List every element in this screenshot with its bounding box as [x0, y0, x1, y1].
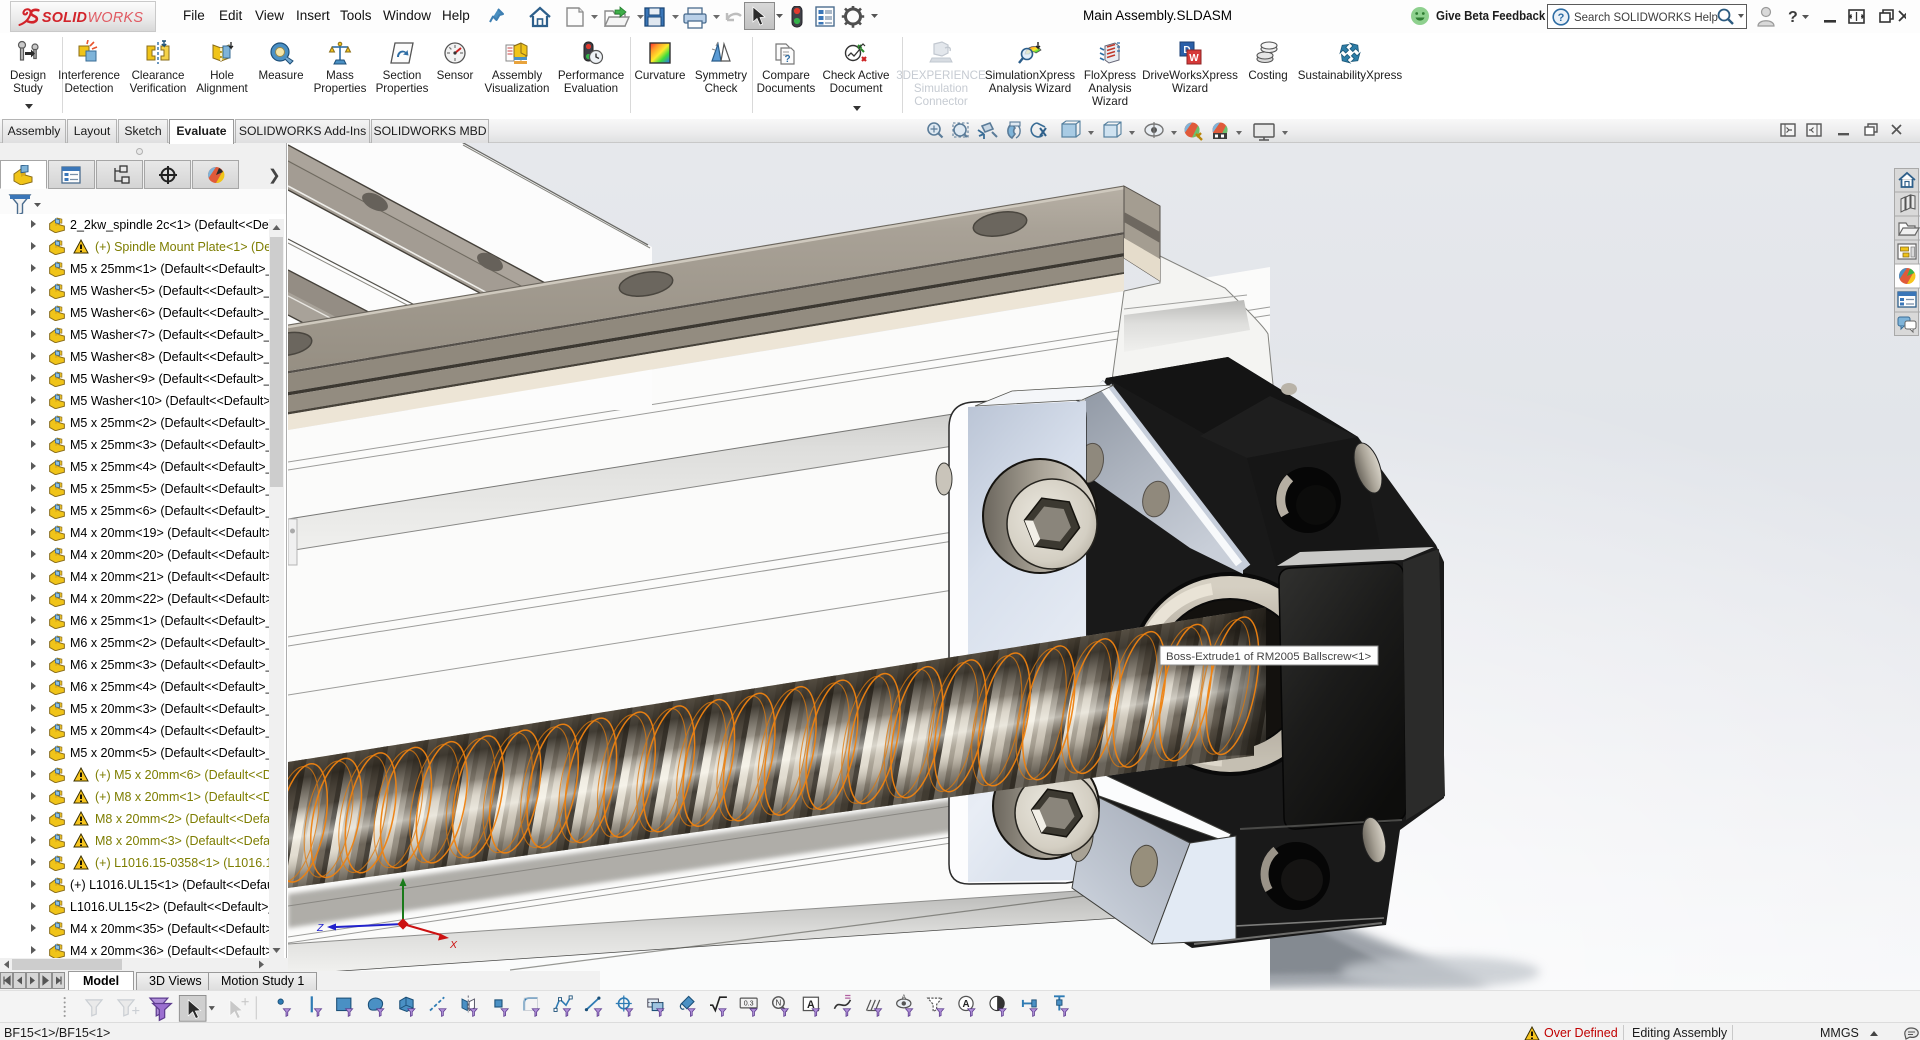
svg-text:?: ? [784, 54, 790, 65]
svg-text:N: N [776, 999, 782, 1008]
svg-text:SOLID: SOLID [42, 9, 87, 25]
svg-text:A: A [962, 999, 969, 1010]
svg-text:0.3: 0.3 [744, 1000, 754, 1008]
svg-text:W: W [1189, 53, 1199, 64]
svg-text:WORKS: WORKS [87, 9, 143, 25]
svg-text:X: X [449, 939, 458, 951]
svg-text:?: ? [1558, 12, 1565, 24]
svg-text:?: ? [1788, 9, 1798, 26]
svg-text:Boss-Extrude1 of RM2005 Ballsc: Boss-Extrude1 of RM2005 Ballscrew<1> [1166, 651, 1371, 663]
svg-text:Z: Z [316, 922, 324, 934]
